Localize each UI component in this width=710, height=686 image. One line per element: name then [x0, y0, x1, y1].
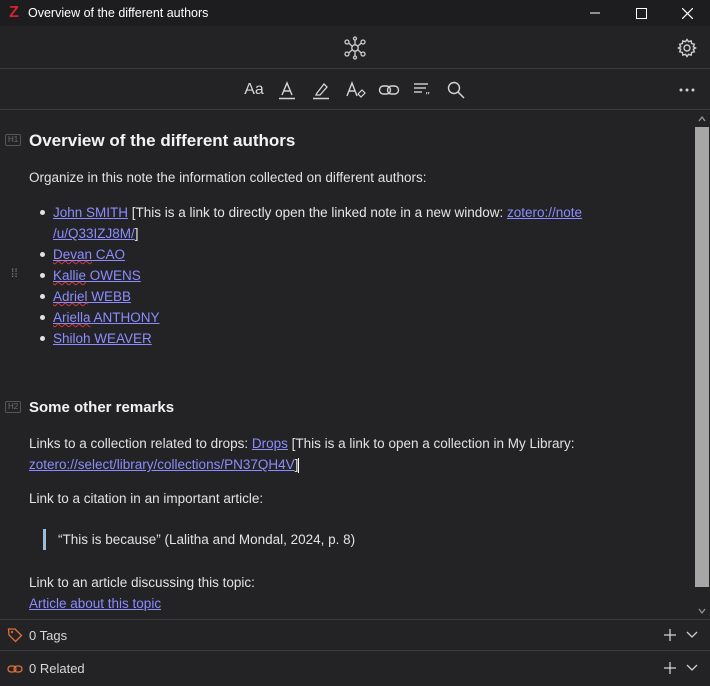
- find-replace-button[interactable]: [443, 78, 469, 102]
- tag-icon: [7, 627, 23, 643]
- collection-link-drops[interactable]: Drops: [252, 436, 288, 451]
- expand-related-button[interactable]: [684, 660, 700, 676]
- text-color-button[interactable]: [274, 78, 300, 102]
- more-options-button[interactable]: [675, 78, 699, 102]
- list-item: John SMITH [This is a link to directly o…: [29, 202, 609, 244]
- intro-paragraph: Organize in this note the information co…: [29, 170, 427, 185]
- note-heading-2: Some other remarks: [29, 399, 175, 416]
- minimize-icon: [590, 12, 600, 14]
- author-link-john-smith[interactable]: John SMITH: [53, 205, 128, 220]
- link-note-text: [This is a link to directly open the lin…: [128, 205, 507, 220]
- text-format-button[interactable]: Aa: [241, 78, 267, 102]
- title-bar: Z Overview of the different authors: [0, 0, 710, 26]
- search-icon: [447, 81, 465, 99]
- note-url-link[interactable]: zotero://note: [507, 205, 582, 220]
- list-item: Devan CAO: [29, 244, 609, 265]
- maximize-button[interactable]: [618, 0, 664, 26]
- close-button[interactable]: [664, 0, 710, 26]
- authors-list: John SMITH [This is a link to directly o…: [29, 202, 609, 349]
- article-intro: Link to an article discussing this topic…: [29, 575, 255, 590]
- more-icon: [679, 88, 695, 92]
- article-link[interactable]: Article about this topic: [29, 596, 161, 611]
- network-icon: [344, 36, 366, 60]
- author-link[interactable]: Shiloh WEAVER: [53, 331, 152, 346]
- related-section[interactable]: 0 Related: [0, 650, 710, 686]
- settings-button[interactable]: [675, 36, 699, 60]
- formatting-toolbar: Aa ”: [0, 70, 710, 110]
- author-link[interactable]: Ariella ANTHONY: [53, 310, 160, 325]
- scroll-up-icon[interactable]: [698, 115, 706, 123]
- clear-format-icon: [346, 81, 366, 98]
- tags-count-label: 0 Tags: [29, 627, 68, 643]
- gear-icon: [677, 38, 697, 58]
- zotero-icon: Z: [9, 4, 19, 21]
- plus-icon: [664, 629, 676, 641]
- chevron-down-icon: [686, 664, 698, 671]
- heading-level-tag: H2: [5, 401, 22, 413]
- insert-link-button[interactable]: [376, 78, 402, 102]
- collection-prefix-text: Links to a collection related to drops:: [29, 436, 252, 451]
- collection-url-link[interactable]: zotero://select/library/collections/PN37…: [29, 457, 295, 472]
- scroll-thumb[interactable]: [695, 127, 709, 587]
- plus-icon: [664, 662, 676, 674]
- note-header-bar: [0, 26, 710, 69]
- list-item: Adriel WEBB: [29, 286, 609, 307]
- text-format-icon: Aa: [244, 81, 264, 98]
- scroll-down-icon[interactable]: [698, 607, 706, 615]
- insert-citation-button[interactable]: ”: [410, 78, 436, 102]
- insert-citation-icon: ”: [414, 83, 430, 100]
- author-link[interactable]: Devan CAO: [53, 247, 125, 262]
- collection-note-text: [This is a link to open a collection in …: [287, 436, 575, 451]
- add-tag-button[interactable]: [662, 627, 678, 643]
- drag-handle-icon[interactable]: ⁞⁞: [11, 266, 18, 280]
- highlight-button[interactable]: [308, 78, 334, 102]
- link-note-close: ]: [134, 226, 139, 241]
- minimize-button[interactable]: [572, 0, 618, 26]
- window-controls: [572, 0, 710, 26]
- list-item: Kallie OWENS: [29, 265, 609, 286]
- note-heading-1: Overview of the different authors: [29, 131, 296, 150]
- text-cursor: [298, 457, 300, 473]
- citation-blockquote[interactable]: “This is because” (Lalitha and Mondal, 2…: [43, 529, 355, 550]
- close-icon: [681, 7, 693, 19]
- note-url-link-continued[interactable]: /u/Q33IZJ8M/: [53, 226, 135, 241]
- chevron-down-icon: [686, 631, 698, 638]
- highlight-icon: [313, 83, 329, 100]
- related-count-label: 0 Related: [29, 661, 85, 676]
- author-link[interactable]: Kallie OWENS: [53, 268, 141, 283]
- editor-scrollbar[interactable]: [694, 111, 710, 619]
- heading-level-tag: H1: [5, 134, 22, 146]
- related-link-icon: [7, 661, 23, 677]
- maximize-icon: [635, 7, 647, 19]
- tags-section[interactable]: 0 Tags: [0, 619, 710, 650]
- article-link-paragraph: Article about this topic: [29, 593, 161, 614]
- expand-tags-button[interactable]: [684, 627, 700, 643]
- list-item: Ariella ANTHONY: [29, 307, 609, 328]
- window-title: Overview of the different authors: [28, 6, 209, 20]
- clear-format-button[interactable]: [342, 78, 368, 102]
- collection-paragraph: Links to a collection related to drops: …: [29, 433, 629, 475]
- insert-link-icon: [378, 85, 400, 95]
- svg-text:”: ”: [425, 91, 430, 100]
- citation-intro: Link to a citation in an important artic…: [29, 491, 264, 506]
- list-item: Shiloh WEAVER: [29, 328, 609, 349]
- note-editor[interactable]: H1 Overview of the different authors Org…: [0, 111, 694, 619]
- related-graph-button[interactable]: [342, 35, 368, 61]
- author-link[interactable]: Adriel WEBB: [53, 289, 131, 304]
- add-related-button[interactable]: [662, 660, 678, 676]
- text-color-icon: [279, 81, 295, 100]
